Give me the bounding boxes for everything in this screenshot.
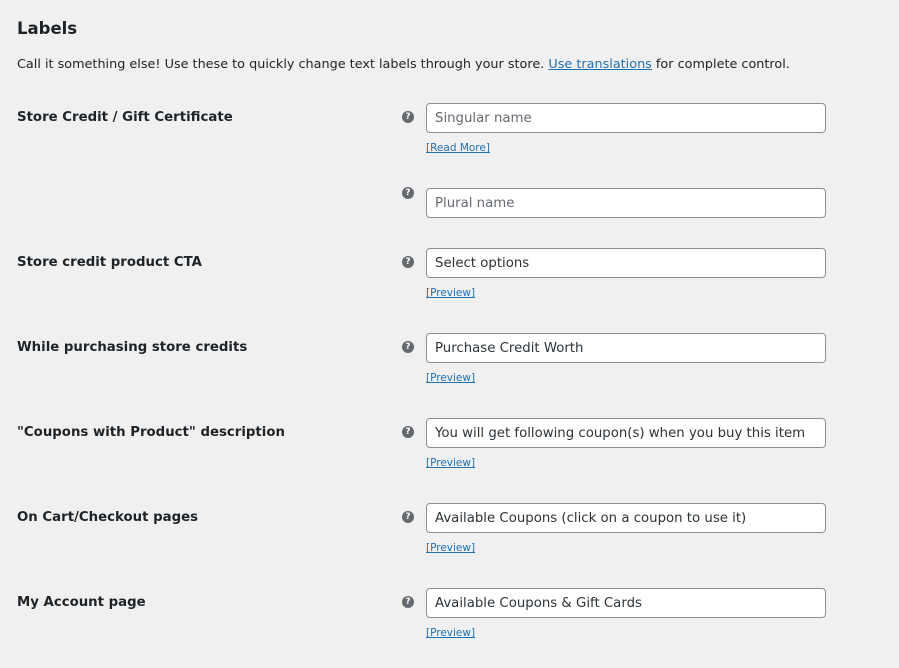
- help-icon[interactable]: ?: [402, 187, 414, 199]
- singular-name-input[interactable]: [426, 103, 826, 133]
- help-icon[interactable]: ?: [402, 511, 414, 523]
- preview-link[interactable]: [Preview]: [426, 456, 475, 470]
- cart-checkout-input[interactable]: [426, 503, 826, 533]
- description-text-after: for complete control.: [651, 57, 790, 72]
- label-while-purchasing-store-credits: While purchasing store credits: [17, 340, 248, 355]
- label-coupons-with-product-description: "Coupons with Product" description: [17, 425, 285, 440]
- label-cart-checkout-pages: On Cart/Checkout pages: [17, 510, 199, 525]
- read-more-link[interactable]: [Read More]: [426, 141, 490, 155]
- use-translations-link[interactable]: Use translations: [548, 57, 651, 72]
- section-title: Labels: [17, 19, 78, 38]
- label-my-account-page: My Account page: [17, 595, 146, 610]
- store-credit-cta-input[interactable]: [426, 248, 826, 278]
- preview-link[interactable]: [Preview]: [426, 286, 475, 300]
- help-icon[interactable]: ?: [402, 341, 414, 353]
- help-icon[interactable]: ?: [402, 596, 414, 608]
- plural-name-input[interactable]: [426, 188, 826, 218]
- preview-link[interactable]: [Preview]: [426, 371, 475, 385]
- preview-link[interactable]: [Preview]: [426, 541, 475, 555]
- help-icon[interactable]: ?: [402, 111, 414, 123]
- help-icon[interactable]: ?: [402, 426, 414, 438]
- help-icon[interactable]: ?: [402, 256, 414, 268]
- label-store-credit-name: Store Credit / Gift Certificate: [17, 110, 233, 125]
- label-store-credit-product-cta: Store credit product CTA: [17, 255, 202, 270]
- section-description: Call it something else! Use these to qui…: [17, 56, 790, 73]
- coupons-with-product-input[interactable]: [426, 418, 826, 448]
- preview-link[interactable]: [Preview]: [426, 626, 475, 640]
- purchase-credit-input[interactable]: [426, 333, 826, 363]
- description-text-before: Call it something else! Use these to qui…: [17, 57, 549, 72]
- my-account-input[interactable]: [426, 588, 826, 618]
